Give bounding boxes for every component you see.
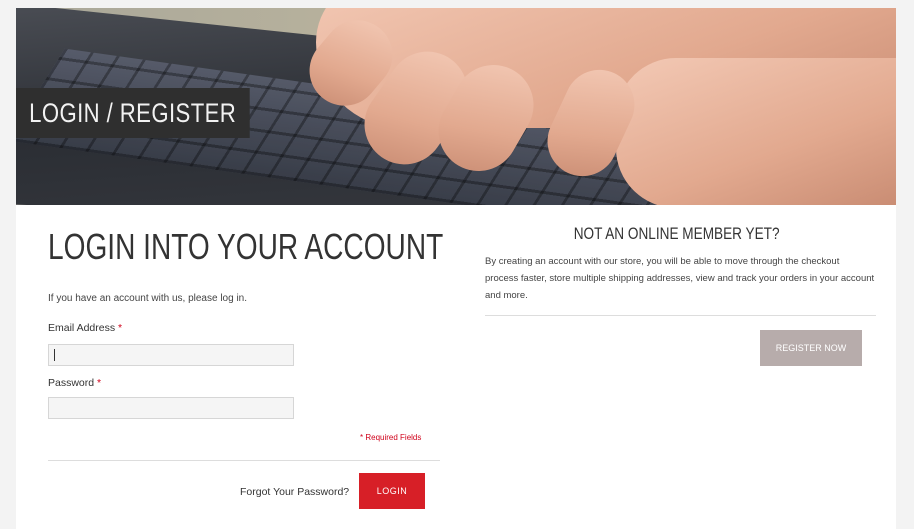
login-heading: LOGIN INTO YOUR ACCOUNT [48,226,444,267]
required-marker: * [97,377,102,389]
email-field[interactable] [48,344,294,366]
forgot-password-link[interactable]: Forgot Your Password? [240,486,349,498]
email-label: Email Address * [48,322,122,334]
hero-hand-image [616,58,896,205]
email-label-text: Email Address [48,322,116,334]
required-fields-note: * Required Fields [360,433,422,442]
login-button[interactable]: LOGIN [359,473,425,509]
register-now-button[interactable]: REGISTER NOW [760,330,862,366]
hero-banner: LOGIN / REGISTER [16,8,896,205]
password-label-text: Password [48,377,95,389]
register-divider [485,315,876,316]
required-marker: * [118,322,123,334]
password-label: Password * [48,377,101,389]
password-field[interactable] [48,397,294,419]
register-description: By creating an account with our store, y… [485,256,875,301]
register-heading: NOT AN ONLINE MEMBER YET? [482,224,872,244]
page-container: LOGIN / REGISTER LOGIN INTO YOUR ACCOUNT… [16,8,896,529]
login-intro-text: If you have an account with us, please l… [48,293,248,304]
text-cursor [54,349,55,361]
banner-title: LOGIN / REGISTER [16,88,250,138]
register-heading-text: NOT AN ONLINE MEMBER YET? [574,224,780,243]
login-divider [48,460,440,461]
